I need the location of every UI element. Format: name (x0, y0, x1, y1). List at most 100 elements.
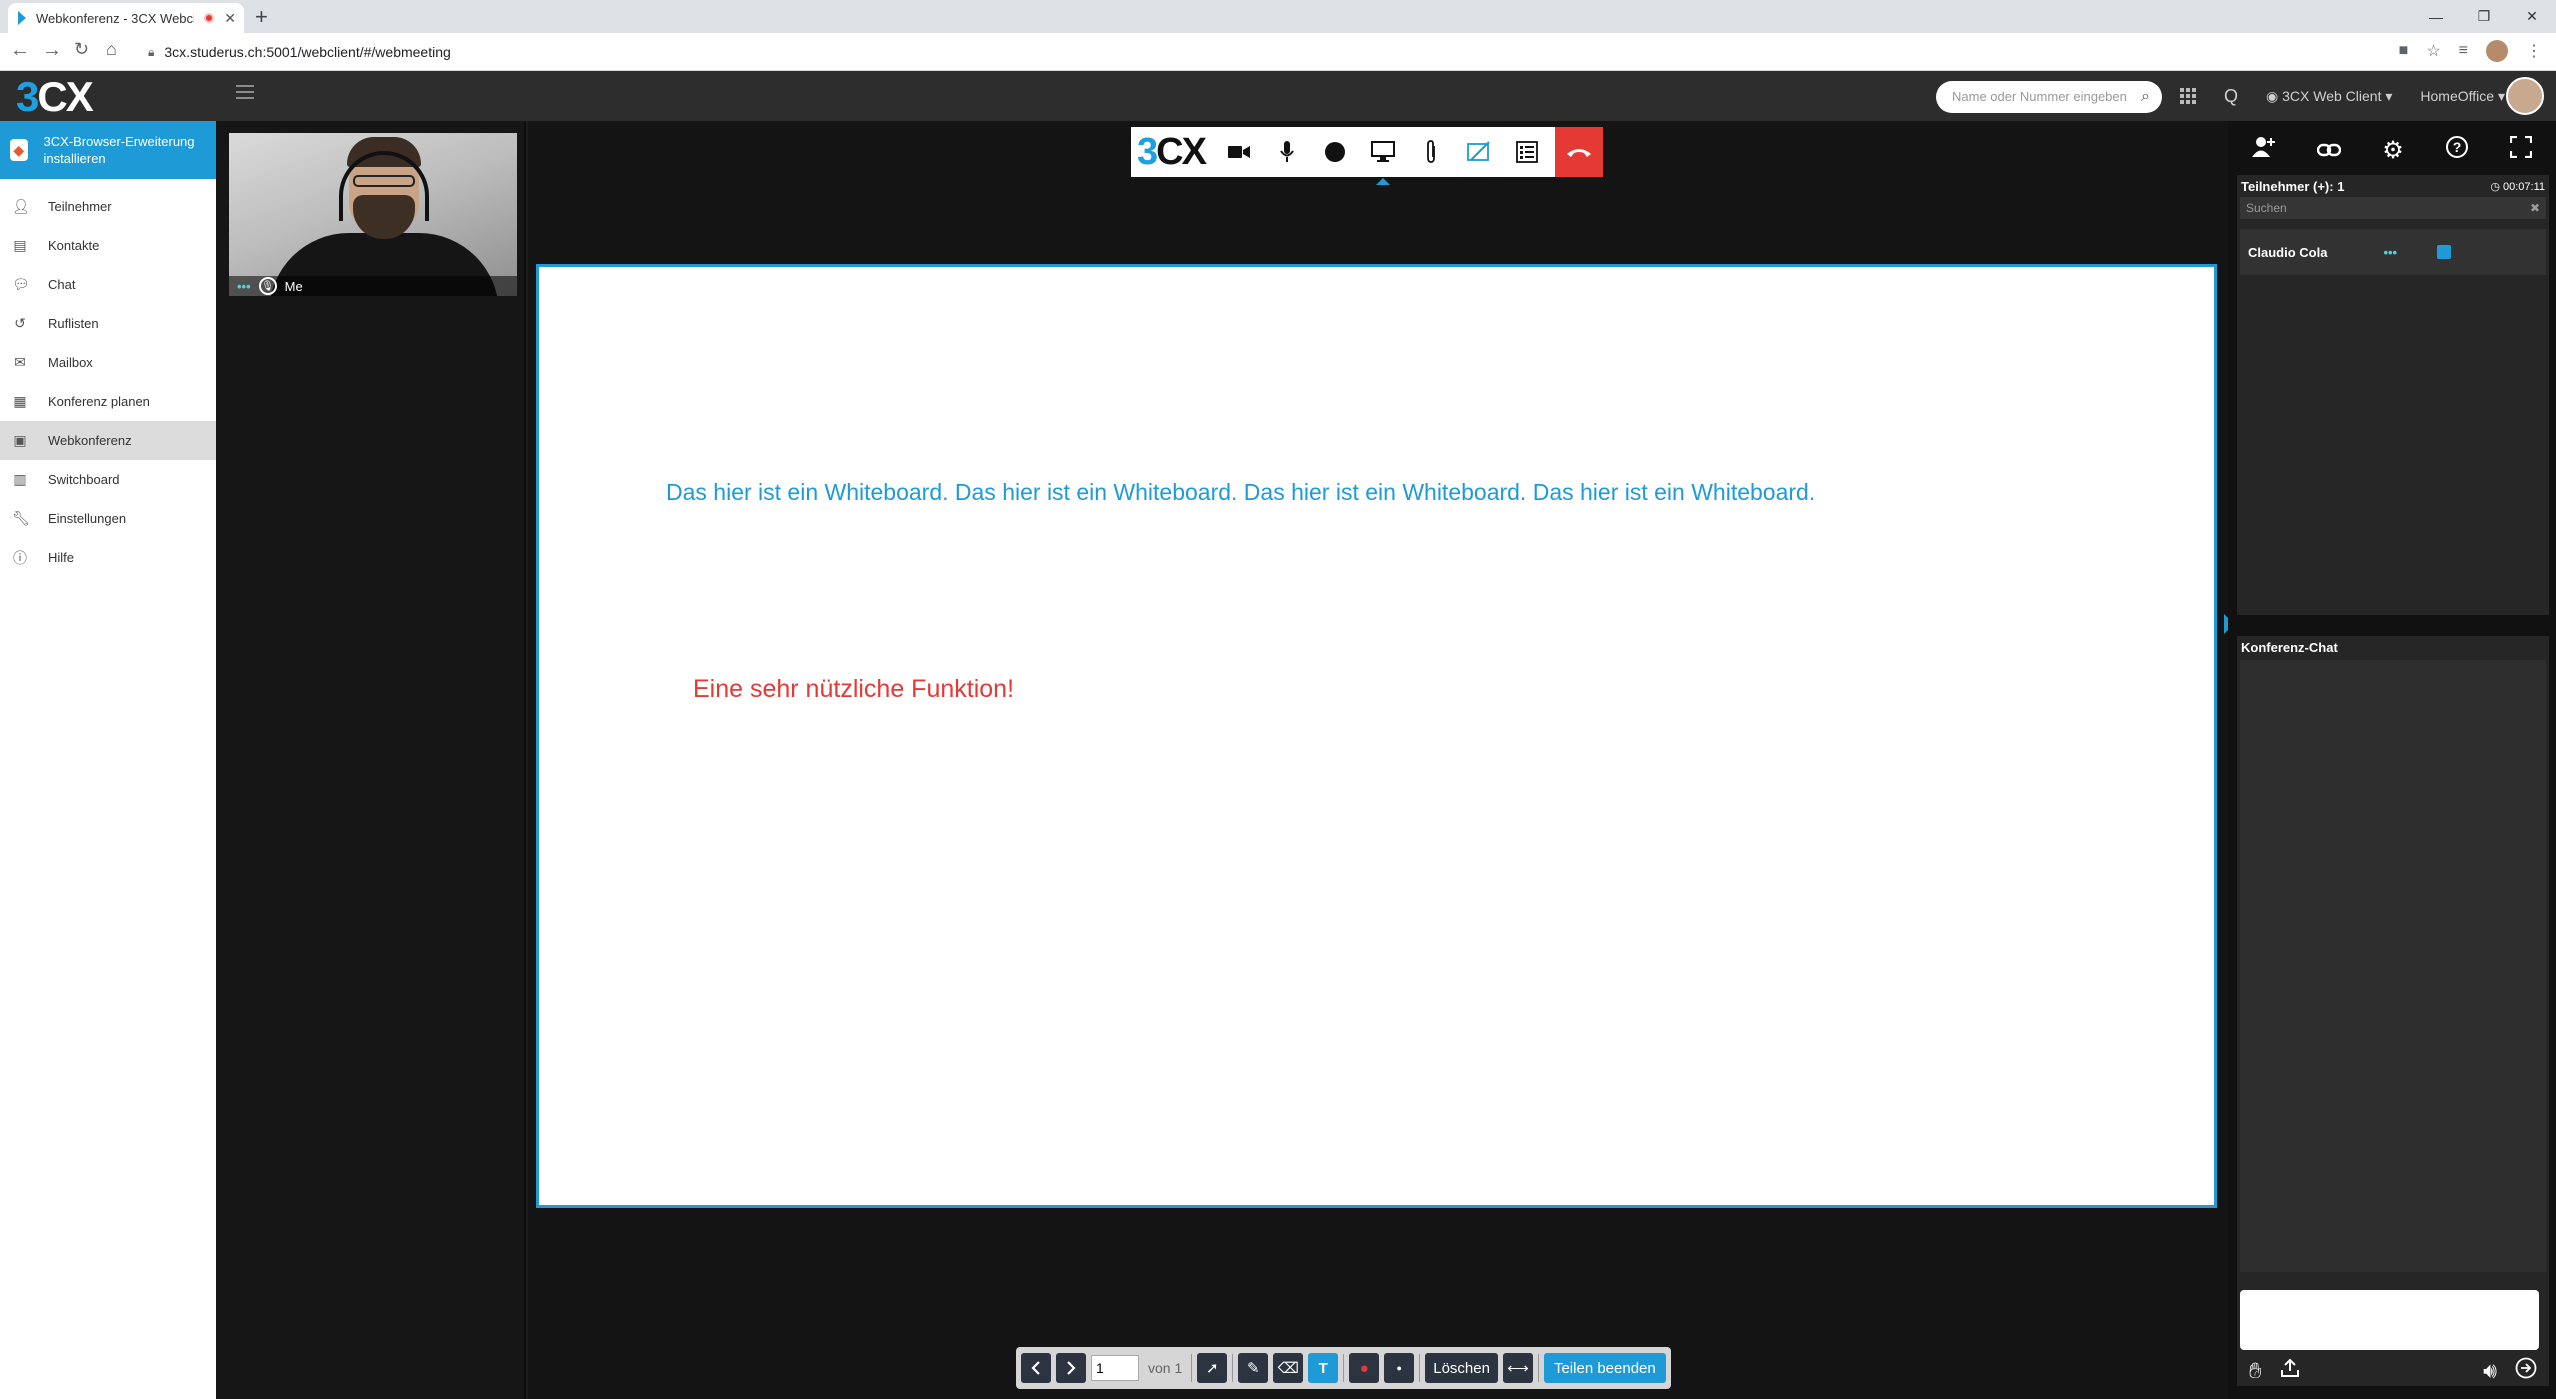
minimize-icon[interactable]: — (2412, 0, 2460, 33)
apps-grid-icon[interactable] (2180, 88, 2196, 104)
brush-size-button[interactable]: ● (1384, 1353, 1415, 1383)
whiteboard-text-red[interactable]: Eine sehr nützliche Funktion! (693, 675, 1014, 704)
participant-row[interactable]: Claudio Cola ••• (2240, 229, 2546, 275)
microphone-icon[interactable] (1263, 127, 1311, 177)
sidebar-item-einstellungen[interactable]: 🔧︎ Einstellungen (0, 499, 216, 538)
whiteboard-canvas[interactable]: Das hier ist ein Whiteboard. Das hier is… (536, 264, 2217, 1208)
close-window-icon[interactable]: ✕ (2508, 0, 2556, 33)
status-dropdown[interactable]: HomeOffice ▾ (2420, 88, 2505, 105)
color-picker-button[interactable]: ● (1349, 1353, 1380, 1383)
participant-sharing-icon (2437, 245, 2452, 259)
reload-icon[interactable]: ↻ (74, 39, 89, 60)
text-tool-button[interactable]: T (1308, 1353, 1339, 1383)
url-text: 3cx.studerus.ch:5001/webclient/#/webmeet… (164, 44, 451, 60)
chat-message-input[interactable] (2240, 1290, 2539, 1350)
tile-mic-icon[interactable]: 🎙︎ (258, 277, 277, 295)
hangup-icon[interactable] (1554, 127, 1603, 177)
sidebar-item-label: Hilfe (48, 550, 75, 565)
speaker-volume-icon[interactable]: 🔊︎ (2483, 1358, 2497, 1384)
install-extension-banner[interactable]: ◆ 3CX-Browser-Erweiterung installieren (0, 121, 216, 179)
media-icon[interactable]: ≡ (2459, 42, 2468, 60)
toolbar-divider (1232, 1354, 1234, 1382)
fullscreen-icon[interactable] (2509, 135, 2532, 165)
participant-video-column: ••• 🎙︎ Me (216, 121, 526, 1399)
active-tool-indicator (1375, 178, 1390, 185)
toolbar-divider (1343, 1354, 1345, 1382)
self-video-tile[interactable]: ••• 🎙︎ Me (229, 133, 517, 296)
sidebar-item-mailbox[interactable]: ✉ Mailbox (0, 343, 216, 382)
dot-icon: ● (1396, 1363, 1402, 1373)
browser-menu-icon[interactable]: ⋮ (2526, 41, 2542, 61)
sidebar-item-webkonferenz[interactable]: ▣ Webkonferenz (0, 421, 216, 460)
page-number-input[interactable] (1091, 1355, 1139, 1381)
install-extension-label: 3CX-Browser-Erweiterung installieren (43, 134, 195, 166)
whiteboard-text-blue[interactable]: Das hier ist ein Whiteboard. Das hier is… (666, 479, 1815, 506)
clear-search-icon[interactable]: ✖ (2530, 201, 2540, 215)
sidebar-item-chat[interactable]: 💬︎ Chat (0, 265, 216, 304)
3cx-logo: 3CX (16, 73, 94, 120)
eraser-tool-button[interactable]: ⌫ (1273, 1353, 1304, 1383)
screen-share-icon[interactable] (1359, 127, 1407, 185)
toolbar-divider (1419, 1354, 1421, 1382)
sidebar-item-switchboard[interactable]: ▥ Switchboard (0, 460, 216, 499)
raise-hand-icon[interactable]: ✋︎ (2249, 1358, 2262, 1384)
browser-tabbar: Webkonferenz - 3CX Webcli ✕ + — ❐ ✕ (0, 0, 2556, 33)
meeting-timer: ◷ 00:07:11 (2490, 180, 2545, 193)
chrome-icon: ◉ (2266, 87, 2279, 104)
record-icon[interactable] (1311, 127, 1359, 177)
sidebar-item-kontakte[interactable]: ▤ Kontakte (0, 226, 216, 265)
chat-icon: 💬︎ (12, 276, 30, 292)
chrome-extension-icon: ◆ (10, 139, 28, 161)
participant-search-input[interactable]: Suchen ✖ (2240, 197, 2546, 219)
camera-indicator-icon[interactable]: ■ (2399, 42, 2409, 60)
prev-page-button[interactable] (1021, 1353, 1051, 1383)
user-icon: 👤︎ (12, 198, 30, 214)
sidebar-item-label: Webkonferenz (48, 433, 132, 448)
participant-more-icon[interactable]: ••• (2383, 245, 2397, 260)
sidebar-item-label: Ruflisten (48, 316, 99, 331)
tab-close-icon[interactable]: ✕ (224, 10, 236, 27)
restore-icon[interactable]: ❐ (2460, 0, 2508, 33)
bookmark-star-icon[interactable]: ☆ (2426, 41, 2440, 61)
contact-search-input[interactable]: Name oder Nummer eingeben ⌕ (1936, 81, 2162, 113)
sidebar-item-hilfe[interactable]: ⓘ Hilfe (0, 538, 216, 577)
back-icon[interactable]: ← (10, 39, 30, 62)
url-field[interactable]: 🔒︎ 3cx.studerus.ch:5001/webclient/#/webm… (148, 39, 451, 65)
select-tool-button[interactable]: ➚ (1197, 1353, 1228, 1383)
attachment-icon[interactable] (1407, 127, 1455, 177)
fit-width-button[interactable]: ⟷ (1502, 1353, 1533, 1383)
link-icon[interactable] (2317, 136, 2342, 164)
clear-button[interactable]: Löschen (1425, 1353, 1498, 1383)
chat-actions: ✋︎ 🔊︎ (2237, 1357, 2549, 1385)
window-controls: — ❐ ✕ (2412, 0, 2556, 33)
new-tab-icon[interactable]: + (255, 4, 268, 30)
lock-icon: 🔒︎ (148, 44, 155, 59)
upload-icon[interactable] (2280, 1358, 2300, 1384)
color-drop-icon: ● (1359, 1359, 1369, 1377)
home-icon[interactable]: ⌂ (106, 39, 117, 60)
poll-icon[interactable] (1503, 127, 1551, 177)
meeting-toolbar: 3CX (1131, 127, 1603, 185)
camera-icon[interactable] (1215, 127, 1263, 177)
queue-toggle[interactable]: Q (2224, 86, 2238, 107)
forward-icon[interactable]: → (42, 39, 62, 62)
browser-profile-avatar[interactable] (2486, 40, 2508, 62)
send-message-icon[interactable] (2515, 1357, 2537, 1385)
sidebar-item-konferenz-planen[interactable]: ▦ Konferenz planen (0, 382, 216, 421)
video-tile-bar: ••• 🎙︎ Me (229, 276, 517, 296)
pen-tool-button[interactable]: ✎ (1238, 1353, 1269, 1383)
next-page-button[interactable] (1056, 1353, 1086, 1383)
browser-tab[interactable]: Webkonferenz - 3CX Webcli ✕ (8, 3, 244, 33)
settings-gear-icon[interactable]: ⚙ (2382, 136, 2404, 165)
user-avatar[interactable] (2506, 77, 2544, 115)
hamburger-menu-icon[interactable] (236, 85, 254, 99)
whiteboard-icon[interactable] (1455, 127, 1503, 177)
sidebar-item-teilnehmer[interactable]: 👤︎ Teilnehmer (0, 187, 216, 226)
add-participant-icon[interactable] (2252, 136, 2276, 165)
web-client-dropdown[interactable]: ◉ 3CX Web Client ▾ (2266, 88, 2392, 105)
help-icon[interactable]: ? (2445, 135, 2469, 166)
search-icon[interactable]: ⌕ (2141, 81, 2150, 113)
sidebar-item-ruflisten[interactable]: ↺ Ruflisten (0, 304, 216, 343)
stop-sharing-button[interactable]: Teilen beenden (1543, 1353, 1666, 1383)
tile-more-icon[interactable]: ••• (237, 279, 251, 294)
